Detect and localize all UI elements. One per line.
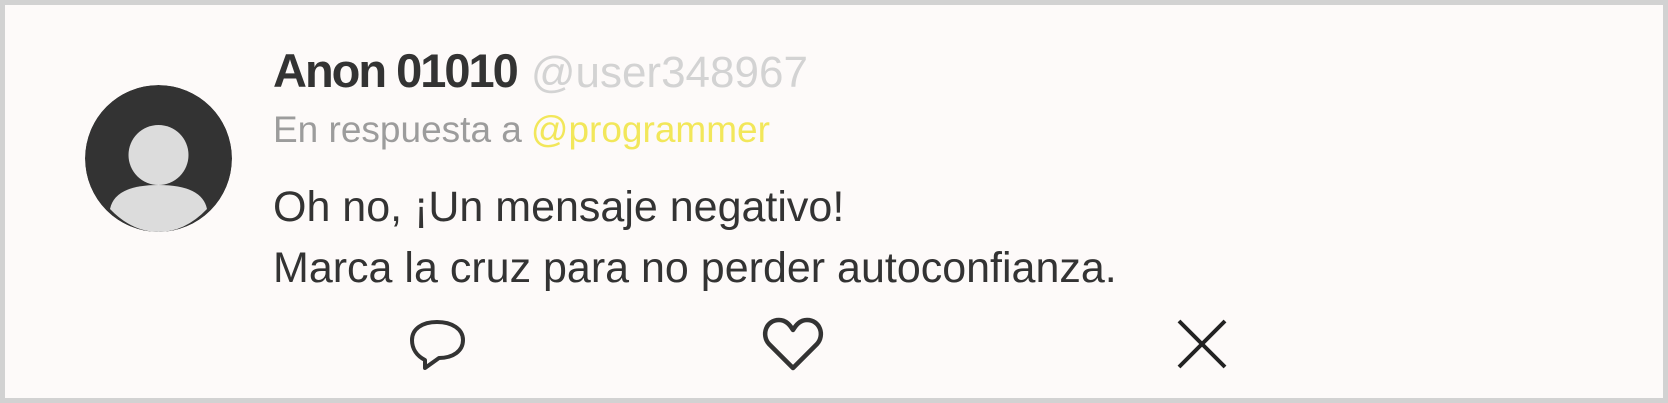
user-silhouette-icon bbox=[85, 85, 232, 232]
dismiss-button[interactable] bbox=[1171, 313, 1233, 375]
x-close-icon bbox=[1177, 319, 1227, 369]
tweet-text-line: Oh no, ¡Un mensaje negativo! bbox=[273, 183, 845, 231]
tweet-text: Oh no, ¡Un mensaje negativo! Marca la cr… bbox=[273, 177, 1117, 299]
reply-button[interactable] bbox=[406, 313, 468, 375]
heart-icon bbox=[762, 317, 824, 371]
author-line: Anon 01010 @user348967 bbox=[273, 43, 808, 107]
author-name[interactable]: Anon 01010 bbox=[273, 43, 519, 98]
author-handle[interactable]: @user348967 bbox=[531, 48, 808, 98]
reply-prefix: En respuesta a bbox=[273, 109, 522, 150]
reply-mention-link[interactable]: @programmer bbox=[531, 109, 770, 150]
tweet-card: Anon 01010 @user348967 En respuesta a @pr… bbox=[0, 0, 1668, 403]
speech-bubble-icon bbox=[410, 320, 465, 370]
reply-context: En respuesta a @programmer bbox=[273, 109, 770, 151]
avatar[interactable] bbox=[85, 85, 232, 232]
tweet-text-line: Marca la cruz para no perder autoconfian… bbox=[273, 244, 1117, 292]
like-button[interactable] bbox=[762, 313, 824, 375]
